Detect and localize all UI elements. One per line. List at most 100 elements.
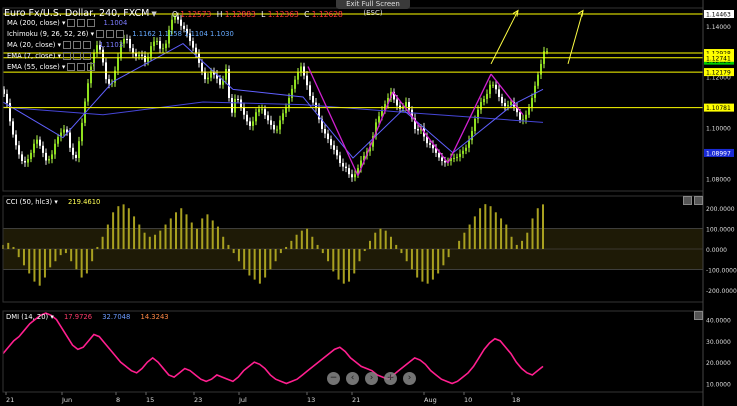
price-candle <box>27 158 29 163</box>
price-candle <box>519 112 521 120</box>
x-axis-label: 23 <box>194 396 202 404</box>
title-dropdown-icon[interactable]: ▼ <box>151 10 156 18</box>
dmi-panel[interactable] <box>2 312 544 385</box>
price-axis-label: 1.08000 <box>706 176 731 183</box>
price-candle <box>444 161 446 163</box>
indicator-ma20[interactable]: MA (20, close) ▾ 1.1103 <box>7 41 123 50</box>
indicator-ema7[interactable]: EMA (7, close) ▾ <box>7 52 92 61</box>
price-candle <box>546 51 548 53</box>
close-icon[interactable] <box>77 19 86 27</box>
panel-close-icon[interactable] <box>694 311 703 320</box>
price-candle <box>537 74 539 86</box>
x-axis-label: 21 <box>352 396 360 404</box>
price-candle <box>69 132 71 148</box>
price-candle <box>330 139 332 146</box>
price-candle <box>258 109 260 113</box>
close-icon[interactable] <box>106 30 115 38</box>
settings-icon[interactable] <box>63 41 72 49</box>
price-candle <box>237 98 239 100</box>
hide-icon[interactable] <box>83 52 92 60</box>
settings-icon[interactable] <box>63 52 72 60</box>
ohlc-open-value: 1.12573 <box>180 10 212 19</box>
exit-fullscreen-button[interactable]: Exit Full Screen (ESC) <box>336 0 410 17</box>
settings-icon[interactable] <box>67 63 76 71</box>
settings-icon[interactable] <box>96 30 105 38</box>
price-candle <box>492 84 494 86</box>
close-icon[interactable] <box>73 41 82 49</box>
scroll-left-button[interactable]: ‹ <box>346 372 359 385</box>
hide-icon[interactable] <box>116 30 125 38</box>
price-candle <box>462 150 464 154</box>
hide-icon[interactable] <box>87 63 96 71</box>
trendline-magenta <box>307 66 359 177</box>
zoom-in-button[interactable]: + <box>384 372 397 385</box>
price-candle <box>219 78 221 85</box>
price-candle <box>102 49 104 63</box>
ohlc-low-value: 1.12363 <box>267 10 299 19</box>
price-candle <box>498 89 500 97</box>
cci-axis-label: 100.0000 <box>706 227 735 234</box>
instrument-title[interactable]: Euro Fx/U.S. Dollar, 240, FXCM ▼ <box>4 8 157 19</box>
dropdown-icon[interactable]: ▾ <box>48 313 53 321</box>
hide-icon[interactable] <box>87 19 96 27</box>
price-candle <box>348 168 350 175</box>
settings-icon[interactable] <box>67 19 76 27</box>
dropdown-icon[interactable]: ▾ <box>62 63 65 71</box>
price-candle <box>54 143 56 155</box>
dmi-axis-label: 30.0000 <box>706 339 731 346</box>
price-candle <box>510 102 512 106</box>
cci-name: CCI (50, hlc3) <box>6 198 53 206</box>
price-candle <box>504 103 506 107</box>
dropdown-icon[interactable]: ▾ <box>62 19 65 27</box>
price-candle <box>456 156 458 158</box>
dmi-label[interactable]: DMI (14, 20) ▾ 17.9726 32.7048 14.3243 <box>6 313 169 321</box>
scroll-to-end-button[interactable]: › <box>403 372 416 385</box>
panel-maximize-icon[interactable] <box>683 196 692 205</box>
indicator-label: MA (20, close) <box>7 41 56 49</box>
price-candle <box>345 166 347 169</box>
price-candle <box>129 39 131 49</box>
price-candle <box>132 48 134 54</box>
price-candle <box>18 145 20 155</box>
zoom-out-button[interactable]: − <box>327 372 340 385</box>
dropdown-icon[interactable]: ▾ <box>58 41 61 49</box>
price-candle <box>438 152 440 158</box>
price-candle <box>315 102 317 108</box>
close-icon[interactable] <box>77 63 86 71</box>
panel-close-icon[interactable] <box>694 196 703 205</box>
cci-label[interactable]: CCI (50, hlc3) ▾ 219.4610 <box>6 198 100 206</box>
dropdown-icon[interactable]: ▾ <box>91 30 94 38</box>
price-candle <box>453 157 455 159</box>
ohlc-low-label: L <box>261 10 266 19</box>
x-axis-label: Aug <box>424 396 437 404</box>
cci-panel[interactable] <box>2 204 703 286</box>
price-candle <box>354 174 356 178</box>
hide-icon[interactable] <box>83 41 92 49</box>
dropdown-icon[interactable]: ▾ <box>52 198 57 206</box>
price-candle <box>234 98 236 113</box>
price-candle <box>294 79 296 89</box>
price-candle <box>105 62 107 80</box>
scroll-right-button[interactable]: › <box>365 372 378 385</box>
indicator-ichimoku[interactable]: Ichimoku (9, 26, 52, 26) ▾ 1.1162 1.1158… <box>7 30 234 39</box>
dropdown-icon[interactable]: ▾ <box>58 52 61 60</box>
price-candle <box>468 140 470 148</box>
price-candle <box>525 114 527 120</box>
price-candle <box>24 161 26 163</box>
price-candle <box>12 121 14 135</box>
price-candle <box>534 85 536 98</box>
projection-arrow <box>490 10 519 65</box>
price-candle <box>339 155 341 164</box>
axes-layer: 1.140001.120001.100001.080001.144631.129… <box>2 0 737 406</box>
price-candle <box>30 152 32 159</box>
price-candle <box>312 95 314 103</box>
price-tag-label: 1.12179 <box>706 70 731 77</box>
cci-axis-label: -200.0000 <box>706 288 737 295</box>
price-candle <box>63 129 65 133</box>
indicator-ema55[interactable]: EMA (55, close) ▾ <box>7 63 96 72</box>
price-candle <box>288 97 290 108</box>
indicator-ma200[interactable]: MA (200, close) ▾ 1.1004 <box>7 19 127 28</box>
indicator-label: MA (200, close) <box>7 19 60 27</box>
close-icon[interactable] <box>73 52 82 60</box>
price-candle <box>126 39 128 41</box>
